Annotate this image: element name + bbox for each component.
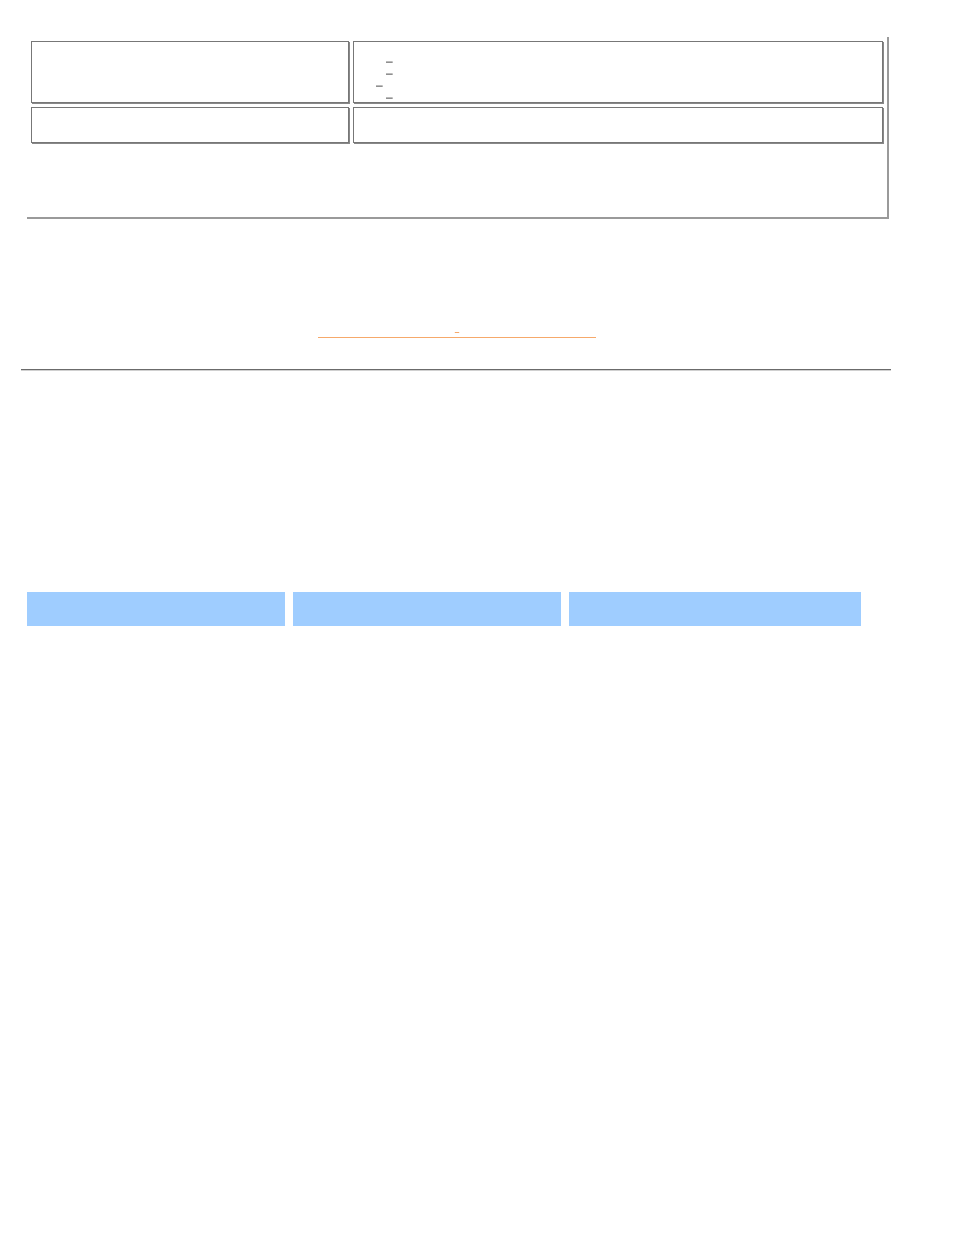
list-item [386,60,874,72]
list-item [376,72,874,84]
cell-row1-colB [353,41,883,103]
section-link-row [27,318,887,338]
cell-row2-colB [353,107,883,143]
header-cell [293,592,561,626]
table-row [31,107,883,143]
bullet-list [362,48,874,96]
top-table [27,37,887,147]
page [0,0,954,1235]
cell-row2-colA [31,107,349,143]
header-cell [27,592,285,626]
header-cell [569,592,861,626]
table-row [31,41,883,103]
list-item [386,84,874,96]
cell-row1-colA [31,41,349,103]
divider [21,369,891,370]
header-row [27,592,861,626]
section-link-label [455,318,459,335]
section-link[interactable] [318,318,596,338]
list-item [386,48,874,60]
